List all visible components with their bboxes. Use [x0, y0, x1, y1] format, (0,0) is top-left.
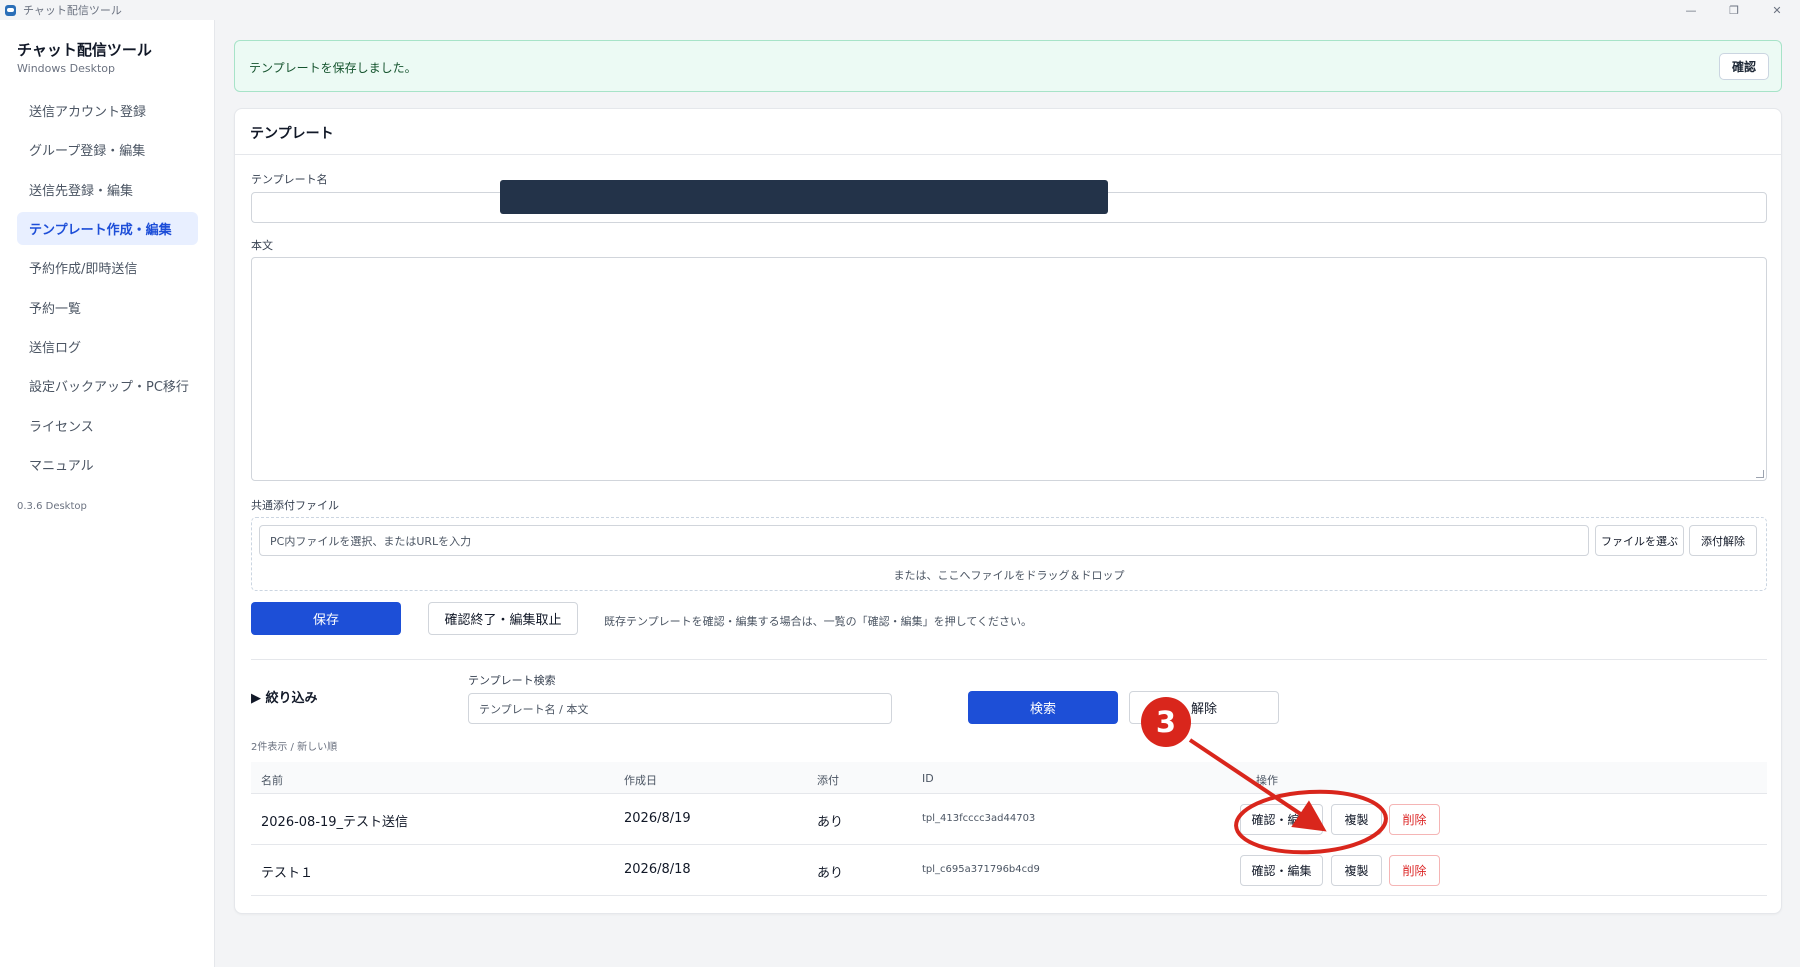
choose-file-button[interactable]: ファイルを選ぶ — [1595, 525, 1684, 556]
row-id: tpl_c695a371796b4cd9 — [922, 864, 1040, 875]
table-row: テスト１ 2026/8/18 あり tpl_c695a371796b4cd9 確… — [251, 845, 1767, 896]
table-header: 名前 作成日 添付 ID 操作 — [251, 762, 1767, 794]
filter-toggle[interactable]: ▶ 絞り込み — [251, 687, 318, 706]
delete-button[interactable]: 削除 — [1389, 804, 1440, 835]
attachment-dropzone[interactable]: PC内ファイルを選択、またはURLを入力 ファイルを選ぶ 添付解除 または、ここ… — [251, 517, 1767, 591]
body-label: 本文 — [251, 239, 273, 252]
delete-button[interactable]: 削除 — [1389, 855, 1440, 886]
save-button[interactable]: 保存 — [251, 602, 401, 635]
column-name: 名前 — [261, 774, 283, 787]
row-attach: あり — [817, 815, 844, 830]
attachment-input[interactable]: PC内ファイルを選択、またはURLを入力 — [259, 525, 1589, 556]
search-input[interactable]: テンプレート名 / 本文 — [468, 693, 892, 724]
sidebar-item-send-log[interactable]: 送信ログ — [17, 330, 198, 363]
edit-button[interactable]: 確認・編集 — [1240, 804, 1323, 835]
title-bar: チャット配信ツール — ❐ ✕ — [0, 0, 1800, 20]
minimize-button[interactable]: — — [1668, 0, 1714, 20]
app-icon — [5, 4, 16, 16]
sidebar-item-recipients[interactable]: 送信先登録・編集 — [17, 173, 198, 206]
column-id: ID — [922, 772, 934, 785]
cancel-edit-button[interactable]: 確認終了・編集取止 — [428, 602, 578, 635]
redacted-block — [500, 180, 1108, 214]
row-id: tpl_413fcccc3ad44703 — [922, 813, 1036, 824]
maximize-button[interactable]: ❐ — [1711, 0, 1757, 20]
sidebar-item-templates[interactable]: テンプレート作成・編集 — [17, 212, 198, 245]
template-name-label: テンプレート名 — [251, 173, 328, 186]
row-attach: あり — [817, 866, 844, 881]
version-label: 0.3.6 Desktop — [17, 501, 87, 512]
search-button[interactable]: 検索 — [968, 691, 1118, 724]
row-name: テスト１ — [261, 866, 314, 881]
result-count: 2件表示 / 新しい順 — [251, 742, 338, 753]
column-actions: 操作 — [1256, 774, 1278, 787]
close-button[interactable]: ✕ — [1754, 0, 1800, 20]
app-name: チャット配信ツール — [17, 41, 152, 59]
sidebar: チャット配信ツール Windows Desktop 送信アカウント登録 グループ… — [0, 20, 215, 967]
sidebar-item-backup[interactable]: 設定バックアップ・PC移行 — [17, 369, 198, 402]
copy-button[interactable]: 複製 — [1331, 804, 1382, 835]
column-created: 作成日 — [624, 774, 657, 787]
alert-message: テンプレートを保存しました。 — [249, 61, 417, 75]
remove-attachment-button[interactable]: 添付解除 — [1689, 525, 1757, 556]
template-card: テンプレート テンプレート名 本文 共通添付ファイル PC内ファイルを選択、また… — [234, 108, 1782, 914]
divider — [251, 659, 1767, 660]
step-number-badge: 3 — [1141, 697, 1191, 747]
card-header: テンプレート — [235, 109, 1781, 155]
body-textarea[interactable] — [251, 257, 1767, 481]
drop-hint: または、ここへファイルをドラッグ＆ドロップ — [893, 569, 1125, 582]
sidebar-item-schedule-list[interactable]: 予約一覧 — [17, 291, 198, 324]
sidebar-item-send-account[interactable]: 送信アカウント登録 — [17, 94, 198, 127]
attachment-label: 共通添付ファイル — [251, 499, 339, 512]
app-subtitle: Windows Desktop — [17, 62, 115, 75]
row-name: 2026-08-19_テスト送信 — [261, 815, 409, 830]
row-created: 2026/8/18 — [624, 862, 691, 877]
sidebar-item-schedule[interactable]: 予約作成/即時送信 — [17, 251, 198, 284]
search-label: テンプレート検索 — [468, 674, 556, 687]
row-created: 2026/8/19 — [624, 811, 691, 826]
card-title: テンプレート — [250, 126, 334, 142]
table-row: 2026-08-19_テスト送信 2026/8/19 あり tpl_413fcc… — [251, 794, 1767, 845]
resize-handle-icon[interactable] — [1756, 470, 1764, 478]
sidebar-item-manual[interactable]: マニュアル — [17, 448, 198, 481]
column-attach: 添付 — [817, 774, 839, 787]
edit-button[interactable]: 確認・編集 — [1240, 855, 1323, 886]
sidebar-item-groups[interactable]: グループ登録・編集 — [17, 133, 198, 166]
edit-hint: 既存テンプレートを確認・編集する場合は、一覧の「確認・編集」を押してください。 — [604, 615, 1033, 628]
copy-button[interactable]: 複製 — [1331, 855, 1382, 886]
alert-confirm-button[interactable]: 確認 — [1719, 53, 1769, 80]
success-alert: テンプレートを保存しました。 確認 — [234, 40, 1782, 92]
sidebar-item-license[interactable]: ライセンス — [17, 409, 198, 442]
window-title: チャット配信ツール — [23, 4, 122, 17]
